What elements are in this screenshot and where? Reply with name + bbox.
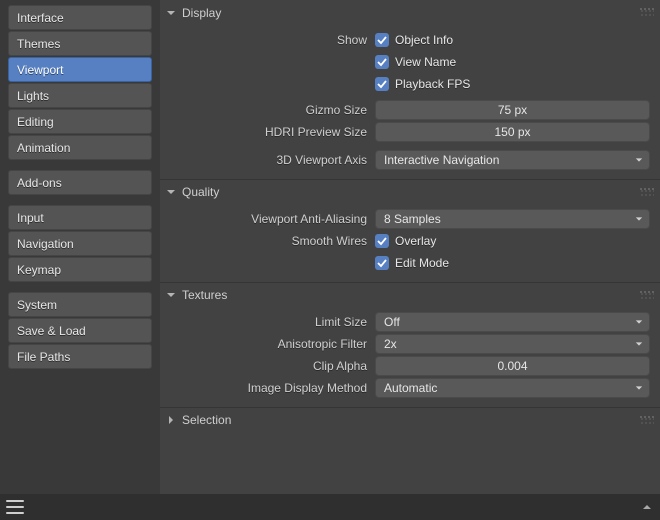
- scroll-to-top-button[interactable]: [640, 500, 654, 514]
- sidebar-item-viewport[interactable]: Viewport: [8, 57, 152, 82]
- sidebar-item-save-load[interactable]: Save & Load: [8, 318, 152, 343]
- sidebar-item-label: Input: [17, 211, 44, 225]
- disclosure-right-icon: [166, 415, 176, 425]
- sidebar-item-lights[interactable]: Lights: [8, 83, 152, 108]
- row-label-limit-size: Limit Size: [170, 315, 375, 329]
- panel-body-quality: Viewport Anti-Aliasing 8 Samples Smooth …: [160, 204, 660, 282]
- row-label-clip-alpha: Clip Alpha: [170, 359, 375, 373]
- disclosure-down-icon: [166, 290, 176, 300]
- chevron-down-icon: [635, 337, 643, 351]
- panel-body-display: Show Object Info View Name: [160, 25, 660, 179]
- drag-grip-icon[interactable]: [640, 416, 654, 424]
- row-label-show: Show: [170, 33, 375, 47]
- checkbox-object-info[interactable]: [375, 33, 389, 47]
- checkbox-label: Object Info: [395, 33, 453, 47]
- limit-size-select[interactable]: Off: [375, 312, 650, 332]
- gizmo-size-field[interactable]: 75 px: [375, 100, 650, 120]
- clip-alpha-field[interactable]: 0.004: [375, 356, 650, 376]
- sidebar-item-themes[interactable]: Themes: [8, 31, 152, 56]
- drag-grip-icon[interactable]: [640, 8, 654, 16]
- sidebar-item-label: Save & Load: [17, 324, 86, 338]
- panel-header-selection[interactable]: Selection: [160, 407, 660, 432]
- row-label-viewport-aa: Viewport Anti-Aliasing: [170, 212, 375, 226]
- sidebar-item-label: Keymap: [17, 263, 61, 277]
- sidebar-item-label: Editing: [17, 115, 54, 129]
- row-label-gizmo-size: Gizmo Size: [170, 103, 375, 117]
- chevron-down-icon: [635, 153, 643, 167]
- panel-title: Display: [182, 6, 221, 20]
- sidebar-item-addons[interactable]: Add-ons: [8, 170, 152, 195]
- sidebar-group: Add-ons: [8, 170, 152, 195]
- panel-header-quality[interactable]: Quality: [160, 179, 660, 204]
- sidebar-item-label: Navigation: [17, 237, 74, 251]
- preferences-main: Display Show Object Info View Name: [160, 0, 660, 520]
- drag-grip-icon[interactable]: [640, 291, 654, 299]
- sidebar-group: Interface Themes Viewport Lights Editing…: [8, 5, 152, 160]
- disclosure-down-icon: [166, 187, 176, 197]
- select-value: 2x: [384, 337, 397, 351]
- sidebar-item-animation[interactable]: Animation: [8, 135, 152, 160]
- sidebar-item-label: Interface: [17, 11, 64, 25]
- checkbox-view-name[interactable]: [375, 55, 389, 69]
- checkbox-label: View Name: [395, 55, 456, 69]
- image-display-method-select[interactable]: Automatic: [375, 378, 650, 398]
- sidebar-item-label: Add-ons: [17, 176, 62, 190]
- preferences-sidebar: Interface Themes Viewport Lights Editing…: [0, 0, 160, 520]
- chevron-down-icon: [635, 212, 643, 226]
- sidebar-item-label: File Paths: [17, 350, 70, 364]
- chevron-down-icon: [635, 381, 643, 395]
- panel-header-display[interactable]: Display: [160, 0, 660, 25]
- field-value: 150 px: [494, 125, 530, 139]
- row-label-image-display-method: Image Display Method: [170, 381, 375, 395]
- row-label-smooth-wires: Smooth Wires: [170, 234, 375, 248]
- hamburger-menu-button[interactable]: [6, 500, 24, 514]
- checkbox-label: Overlay: [395, 234, 436, 248]
- sidebar-item-interface[interactable]: Interface: [8, 5, 152, 30]
- select-value: Interactive Navigation: [384, 153, 499, 167]
- panel-title: Quality: [182, 185, 219, 199]
- sidebar-item-label: Lights: [17, 89, 49, 103]
- row-label-viewport-axis: 3D Viewport Axis: [170, 153, 375, 167]
- panel-body-textures: Limit Size Off Anisotropic Filter 2x: [160, 307, 660, 407]
- select-value: Off: [384, 315, 400, 329]
- chevron-down-icon: [635, 315, 643, 329]
- panel-header-textures[interactable]: Textures: [160, 282, 660, 307]
- checkbox-label: Playback FPS: [395, 77, 470, 91]
- viewport-axis-select[interactable]: Interactive Navigation: [375, 150, 650, 170]
- drag-grip-icon[interactable]: [640, 188, 654, 196]
- sidebar-item-navigation[interactable]: Navigation: [8, 231, 152, 256]
- sidebar-item-system[interactable]: System: [8, 292, 152, 317]
- sidebar-group: System Save & Load File Paths: [8, 292, 152, 369]
- viewport-aa-select[interactable]: 8 Samples: [375, 209, 650, 229]
- checkbox-edit-mode[interactable]: [375, 256, 389, 270]
- anisotropic-select[interactable]: 2x: [375, 334, 650, 354]
- panel-title: Textures: [182, 288, 227, 302]
- row-label-hdri-size: HDRI Preview Size: [170, 125, 375, 139]
- row-label-anisotropic: Anisotropic Filter: [170, 337, 375, 351]
- checkbox-label: Edit Mode: [395, 256, 449, 270]
- panel-title: Selection: [182, 413, 231, 427]
- field-value: 0.004: [497, 359, 527, 373]
- sidebar-item-label: System: [17, 298, 57, 312]
- disclosure-down-icon: [166, 8, 176, 18]
- sidebar-item-label: Animation: [17, 141, 70, 155]
- field-value: 75 px: [498, 103, 527, 117]
- bottom-bar: [0, 494, 660, 520]
- sidebar-item-input[interactable]: Input: [8, 205, 152, 230]
- checkbox-overlay[interactable]: [375, 234, 389, 248]
- checkbox-playback-fps[interactable]: [375, 77, 389, 91]
- hdri-size-field[interactable]: 150 px: [375, 122, 650, 142]
- sidebar-item-keymap[interactable]: Keymap: [8, 257, 152, 282]
- sidebar-item-editing[interactable]: Editing: [8, 109, 152, 134]
- select-value: Automatic: [384, 381, 437, 395]
- sidebar-item-label: Viewport: [17, 63, 63, 77]
- select-value: 8 Samples: [384, 212, 441, 226]
- sidebar-group: Input Navigation Keymap: [8, 205, 152, 282]
- sidebar-item-file-paths[interactable]: File Paths: [8, 344, 152, 369]
- sidebar-item-label: Themes: [17, 37, 60, 51]
